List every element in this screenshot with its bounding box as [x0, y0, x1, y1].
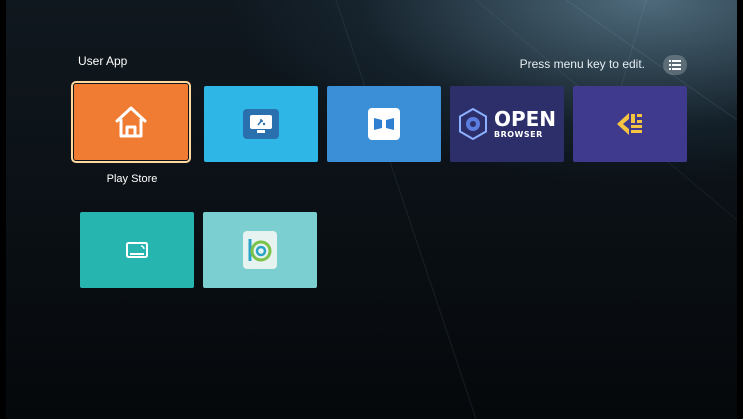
app-tile-wave[interactable]: [203, 212, 317, 288]
menu-button[interactable]: [663, 55, 687, 75]
open-browser-subtitle: BROWSER: [493, 130, 543, 139]
open-browser-logo: [458, 108, 487, 140]
open-browser-title: OPEN: [493, 107, 557, 131]
anisi-logo: [617, 113, 642, 135]
section-title: User App: [78, 54, 128, 68]
cast-icon: [126, 242, 148, 258]
home-icon: [115, 106, 147, 138]
list-icon: [669, 60, 681, 70]
app-tile-play-store[interactable]: [71, 81, 191, 163]
monitor-cursor-icon: [243, 109, 279, 139]
split-screen-icon: [368, 108, 400, 140]
app-tile-cast[interactable]: [80, 212, 194, 288]
edit-hint: Press menu key to edit.: [519, 57, 645, 71]
launcher-screen: User App Press menu key to edit. Play St…: [6, 0, 737, 419]
app-tile-anisi[interactable]: [573, 86, 687, 162]
wave-app-icon: [243, 231, 277, 269]
app-tile-open-browser[interactable]: OPEN BROWSER: [450, 86, 564, 162]
app-label-play-store: Play Store: [106, 173, 158, 185]
app-tile-screen-cast[interactable]: [204, 86, 318, 162]
open-browser-wordmark: OPEN BROWSER: [494, 109, 556, 139]
app-tile-split-screen[interactable]: [327, 86, 441, 162]
